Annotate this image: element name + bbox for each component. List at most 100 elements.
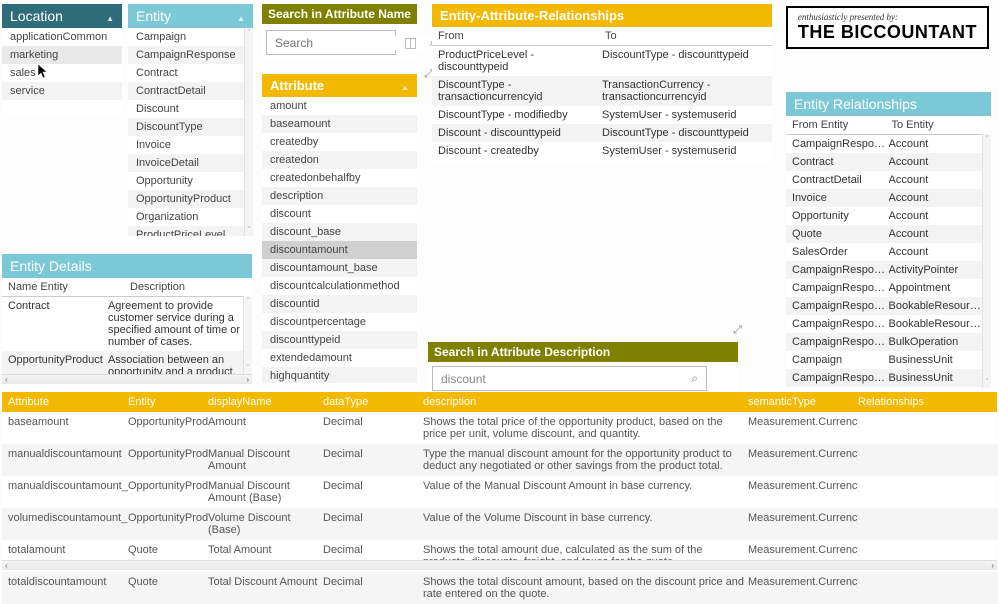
col-attribute[interactable]: Attribute: [8, 396, 128, 408]
attribute-item[interactable]: description: [262, 187, 417, 205]
attribute-item[interactable]: discountamount: [262, 241, 417, 259]
scrollbar-horizontal[interactable]: ‹›: [2, 374, 252, 384]
ear-row[interactable]: Discount - discounttypeidDiscountType - …: [432, 124, 772, 142]
entity-item[interactable]: DiscountType: [128, 118, 253, 136]
col-entity[interactable]: Entity: [128, 396, 208, 408]
brand-logo: enthusiasticly presented by: THE BICCOUN…: [786, 6, 989, 49]
entity-rel-row[interactable]: InvoiceAccount: [786, 189, 991, 207]
ear-body: ProductPriceLevel - discounttypeidDiscou…: [432, 46, 772, 160]
entity-rel-row[interactable]: CampaignResponseAppointment: [786, 279, 991, 297]
col-to-entity[interactable]: To Entity: [892, 119, 986, 131]
entity-item[interactable]: OpportunityProduct: [128, 190, 253, 208]
location-item[interactable]: service: [2, 82, 122, 100]
ear-title: Entity-Attribute-Relationships: [440, 8, 624, 23]
col-datatype[interactable]: dataType: [323, 396, 423, 408]
entity-rel-row[interactable]: CampaignBusinessUnit: [786, 351, 991, 369]
entity-rel-row[interactable]: CampaignResponseAccount: [786, 135, 991, 153]
entity-rel-row[interactable]: CampaignResponseBulkOperation: [786, 333, 991, 351]
entity-details-row[interactable]: ContractAgreement to provide customer se…: [2, 297, 252, 351]
attribute-title: Attribute: [270, 78, 324, 93]
entity-rel-row[interactable]: QuoteAccount: [786, 225, 991, 243]
ear-row[interactable]: Discount - createdbySystemUser - systemu…: [432, 142, 772, 160]
search-desc-box[interactable]: ⌕: [432, 366, 707, 391]
entity-rel-row[interactable]: ContractDetailAccount: [786, 171, 991, 189]
attribute-item[interactable]: createdonbehalfby: [262, 169, 417, 187]
entity-rel-row[interactable]: CampaignResponseActivityPointer: [786, 261, 991, 279]
ear-col-to[interactable]: To: [605, 30, 766, 42]
col-name-entity[interactable]: Name Entity: [8, 281, 124, 293]
attribute-item[interactable]: discountid: [262, 295, 417, 313]
col-description[interactable]: Description: [130, 281, 246, 293]
search-name-box[interactable]: ⌕: [266, 30, 396, 55]
attribute-item[interactable]: highquantity: [262, 367, 417, 383]
entity-rel-body: CampaignResponseAccountContractAccountCo…: [786, 135, 991, 391]
collapse-icon[interactable]: [100, 8, 114, 24]
search-desc-input[interactable]: [441, 372, 691, 386]
search-icon[interactable]: ⌕: [691, 371, 698, 386]
attribute-item[interactable]: discountamount_base: [262, 259, 417, 277]
entity-item[interactable]: Opportunity: [128, 172, 253, 190]
entity-item[interactable]: Contract: [128, 64, 253, 82]
attribute-item[interactable]: baseamount: [262, 115, 417, 133]
location-item[interactable]: sales: [2, 64, 122, 82]
ear-row[interactable]: DiscountType - modifiedbySystemUser - sy…: [432, 106, 772, 124]
focus-mode-icon[interactable]: ⤢: [733, 324, 742, 337]
ear-row[interactable]: DiscountType - transactioncurrencyidTran…: [432, 76, 772, 106]
results-table: Attribute Entity displayName dataType de…: [2, 392, 997, 570]
entity-item[interactable]: CampaignResponse: [128, 46, 253, 64]
attribute-item[interactable]: discountpercentage: [262, 313, 417, 331]
entity-rel-row[interactable]: SalesOrderAccount: [786, 243, 991, 261]
entity-item[interactable]: Campaign: [128, 28, 253, 46]
entity-item[interactable]: ProductPriceLevel: [128, 226, 253, 236]
ear-row[interactable]: ProductPriceLevel - discounttypeidDiscou…: [432, 46, 772, 76]
col-relationships[interactable]: Relationships: [858, 396, 991, 408]
scrollbar-vertical[interactable]: ˆˇ: [244, 28, 253, 236]
attribute-item[interactable]: createdon: [262, 151, 417, 169]
collapse-icon[interactable]: [395, 78, 409, 93]
scrollbar-vertical[interactable]: ˆˇ: [982, 134, 991, 388]
entity-rel-row[interactable]: CampaignResponseBookableResourceBookingH…: [786, 315, 991, 333]
attribute-list: amountbaseamountcreatedbycreatedoncreate…: [262, 97, 417, 383]
entity-rel-row[interactable]: CampaignResponseBusinessUnit: [786, 369, 991, 387]
col-description[interactable]: description: [423, 396, 748, 408]
location-header: Location: [2, 4, 122, 28]
col-semantictype[interactable]: semanticType: [748, 396, 858, 408]
brand-tagline: enthusiasticly presented by:: [798, 12, 977, 22]
ear-col-from[interactable]: From: [438, 30, 599, 42]
results-row[interactable]: totaldiscountamountQuoteTotal Discount A…: [2, 572, 997, 604]
results-row[interactable]: volumediscountamount_baseOpportunityProd…: [2, 508, 997, 540]
entity-rel-row[interactable]: CampaignResponseBookableResourceBooking: [786, 297, 991, 315]
col-from-entity[interactable]: From Entity: [792, 119, 886, 131]
collapse-icon[interactable]: [231, 8, 245, 24]
results-row[interactable]: baseamountOpportunityProductAmountDecima…: [2, 412, 997, 444]
entity-item[interactable]: Discount: [128, 100, 253, 118]
entity-rel-row[interactable]: OpportunityAccount: [786, 207, 991, 225]
attribute-item[interactable]: discount_base: [262, 223, 417, 241]
entity-item[interactable]: Organization: [128, 208, 253, 226]
entity-rel-row[interactable]: ContractBusinessUnit: [786, 387, 991, 391]
attribute-item[interactable]: createdby: [262, 133, 417, 151]
results-header: Attribute Entity displayName dataType de…: [2, 392, 997, 412]
attribute-item[interactable]: discountcalculationmethod: [262, 277, 417, 295]
entity-rel-header: Entity Relationships: [786, 92, 991, 116]
results-row[interactable]: manualdiscountamount_baseOpportunityProd…: [2, 476, 997, 508]
location-item[interactable]: applicationCommon: [2, 28, 122, 46]
entity-rel-row[interactable]: ContractAccount: [786, 153, 991, 171]
entity-item[interactable]: ContractDetail: [128, 82, 253, 100]
location-list: applicationCommonmarketingsalesservice: [2, 28, 122, 100]
search-name-header: Search in Attribute Name: [262, 4, 417, 24]
location-item[interactable]: marketing: [2, 46, 122, 64]
attribute-item[interactable]: amount: [262, 97, 417, 115]
scrollbar-horizontal[interactable]: ‹›: [2, 560, 997, 570]
entity-item[interactable]: Invoice: [128, 136, 253, 154]
entity-item[interactable]: InvoiceDetail: [128, 154, 253, 172]
attribute-item[interactable]: discounttypeid: [262, 331, 417, 349]
location-title: Location: [10, 8, 63, 24]
entity-details-header: Entity Details: [2, 254, 252, 278]
attribute-item[interactable]: discount: [262, 205, 417, 223]
eraser-icon[interactable]: ◫: [404, 34, 417, 51]
results-row[interactable]: manualdiscountamountOpportunityProductMa…: [2, 444, 997, 476]
scrollbar-vertical[interactable]: ˆˇ: [243, 296, 252, 374]
attribute-item[interactable]: extendedamount: [262, 349, 417, 367]
col-displayname[interactable]: displayName: [208, 396, 323, 408]
